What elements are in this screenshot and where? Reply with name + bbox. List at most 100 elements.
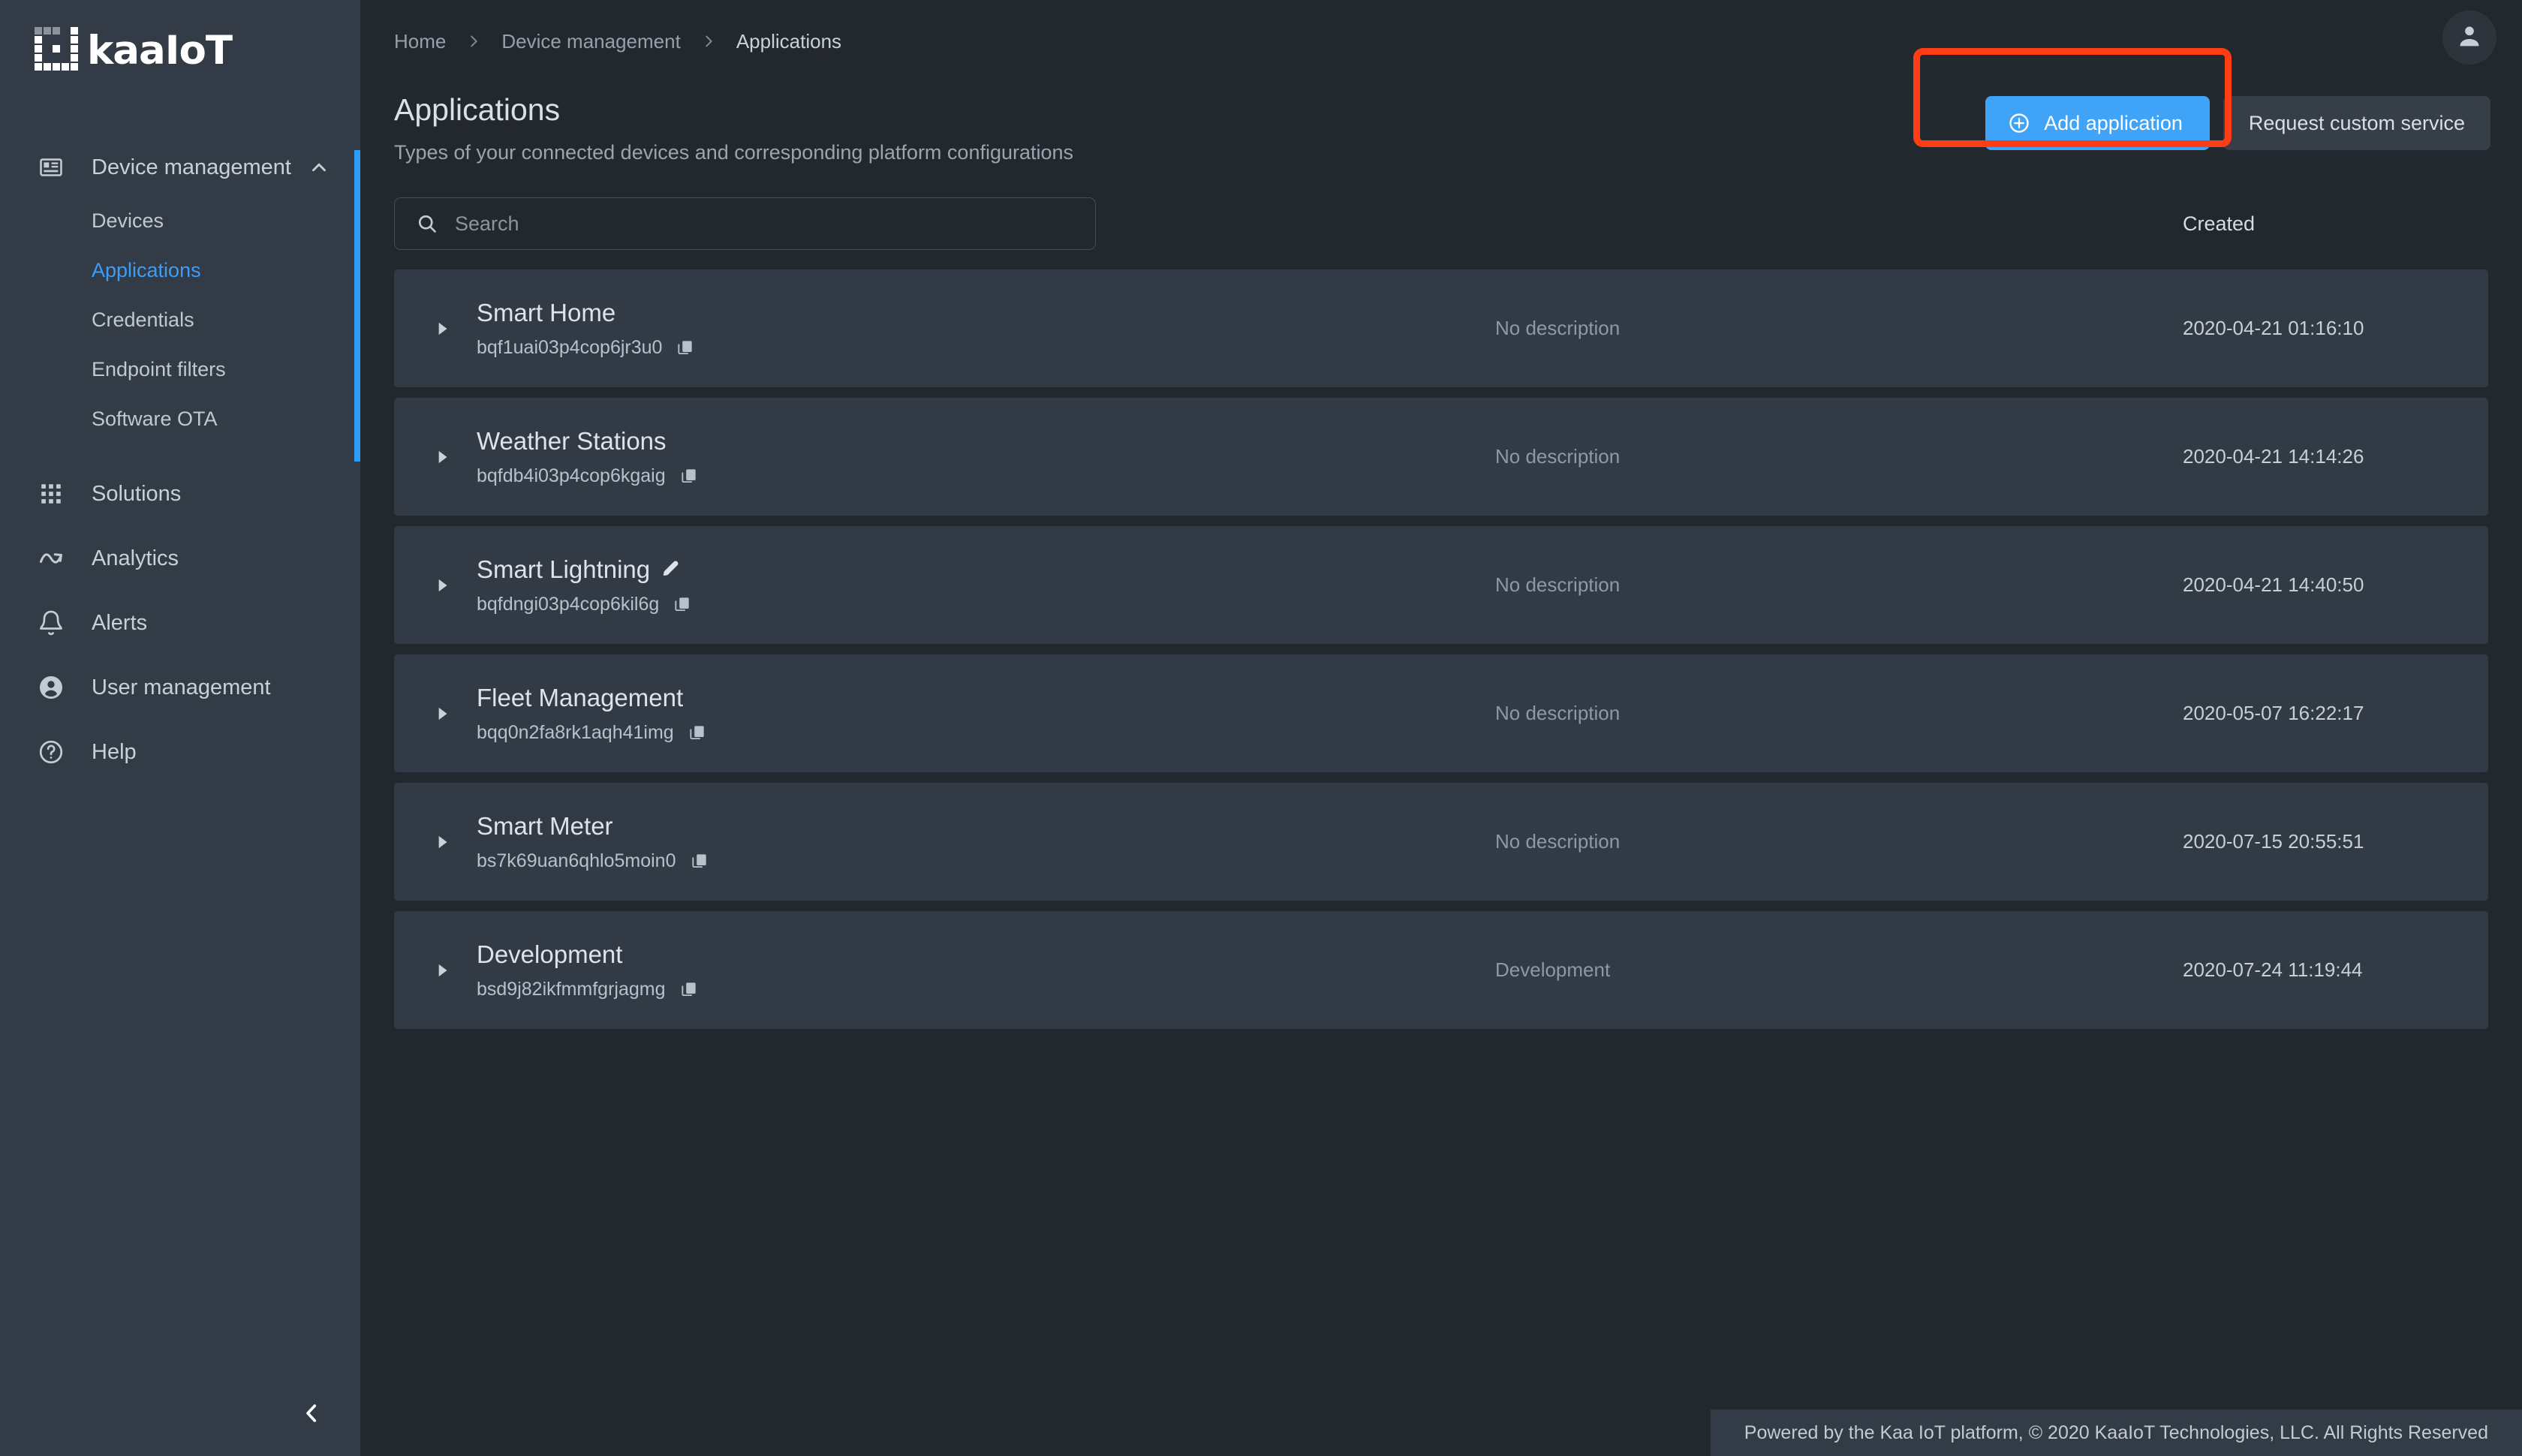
- copy-icon[interactable]: [676, 338, 695, 357]
- table-row[interactable]: Smart Home bqf1uai03p4cop6jr3u0 No descr…: [394, 269, 2488, 388]
- application-description: No description: [1495, 830, 1621, 853]
- sidebar-nav: Device management Devices Applications C…: [0, 139, 360, 784]
- application-id-text: bs7k69uan6qhlo5moin0: [477, 850, 676, 871]
- plus-circle-icon: [2008, 112, 2030, 134]
- brand-logo[interactable]: kaaIoT: [0, 0, 360, 139]
- row-main: Weather Stations bqfdb4i03p4cop6kgaig: [477, 427, 1092, 487]
- sidebar-item-credentials[interactable]: Credentials: [0, 295, 360, 344]
- application-id: bs7k69uan6qhlo5moin0: [477, 850, 1092, 872]
- user-avatar-button[interactable]: [2442, 11, 2496, 65]
- expand-row-icon[interactable]: [423, 832, 462, 852]
- application-name-text: Smart Meter: [477, 811, 613, 840]
- footer: Powered by the Kaa IoT platform, © 2020 …: [1710, 1409, 2522, 1456]
- table-header: Created Updated: [394, 191, 2488, 256]
- sidebar-collapse-button[interactable]: [0, 1373, 360, 1456]
- chevron-left-icon: [299, 1400, 324, 1430]
- breadcrumb: Home Device management Applications: [394, 30, 841, 53]
- sidebar-item-device-management[interactable]: Device management: [0, 139, 360, 196]
- add-application-label: Add application: [2044, 111, 2183, 134]
- sidebar-subitem-label: Software OTA: [92, 407, 218, 430]
- application-created: 2020-04-21 01:16:10: [2183, 317, 2364, 340]
- nav-active-accent-bar: [354, 150, 360, 462]
- sidebar-item-applications[interactable]: Applications: [0, 245, 360, 295]
- application-description: No description: [1495, 702, 1621, 725]
- application-id: bqfdngi03p4cop6kil6g: [477, 594, 1092, 615]
- application-name-text: Smart Lightning: [477, 555, 651, 583]
- add-application-button[interactable]: Add application: [1985, 96, 2210, 150]
- search-box[interactable]: [394, 197, 1096, 251]
- application-id: bsd9j82ikfmmfgrjagmg: [477, 979, 1092, 1000]
- application-name: Weather Stations: [477, 427, 1092, 456]
- pixel-grid-logo-icon: [35, 27, 78, 71]
- application-window: kaaIoT Device management Devices Applica…: [0, 0, 2522, 1456]
- user-circle-icon: [35, 671, 68, 704]
- chevron-right-icon: [465, 33, 482, 50]
- table-row[interactable]: Fleet Management bqq0n2fa8rk1aqh41img No…: [394, 654, 2488, 773]
- copy-icon[interactable]: [688, 723, 707, 742]
- sidebar-item-solutions[interactable]: Solutions: [0, 462, 360, 526]
- copy-icon[interactable]: [679, 466, 699, 486]
- application-id: bqfdb4i03p4cop6kgaig: [477, 465, 1092, 487]
- pencil-edit-icon[interactable]: [661, 559, 681, 579]
- breadcrumb-item-applications: Applications: [736, 29, 842, 53]
- user-avatar-icon: [2454, 21, 2484, 55]
- chevron-up-icon[interactable]: [308, 156, 330, 179]
- application-id: bqf1uai03p4cop6jr3u0: [477, 337, 1092, 359]
- copy-icon[interactable]: [673, 594, 692, 614]
- search-input[interactable]: [455, 212, 1095, 236]
- applications-table: Created Updated Smart Home bqf1uai: [360, 191, 2522, 1030]
- application-id-text: bqfdb4i03p4cop6kgaig: [477, 465, 666, 486]
- sidebar-item-help[interactable]: Help: [0, 720, 360, 784]
- application-name: Fleet Management: [477, 684, 1092, 712]
- copy-icon[interactable]: [679, 979, 699, 999]
- table-body: Smart Home bqf1uai03p4cop6jr3u0 No descr…: [394, 269, 2488, 1030]
- sidebar-subitem-label: Applications: [92, 258, 201, 281]
- sidebar-item-software-ota[interactable]: Software OTA: [0, 394, 360, 444]
- application-id-text: bqfdngi03p4cop6kil6g: [477, 593, 660, 615]
- chevron-right-icon: [700, 33, 717, 50]
- column-header-created[interactable]: Created: [2183, 212, 2255, 236]
- bell-icon: [35, 606, 68, 639]
- expand-row-icon[interactable]: [423, 576, 462, 595]
- sidebar-item-endpoint-filters[interactable]: Endpoint filters: [0, 344, 360, 394]
- sidebar-item-label: Device management: [92, 155, 291, 179]
- sidebar-item-alerts[interactable]: Alerts: [0, 591, 360, 655]
- table-row[interactable]: Smart Lightning bqfdngi03p4cop6kil6g No …: [394, 526, 2488, 645]
- expand-row-icon[interactable]: [423, 704, 462, 723]
- device-chip-icon: [35, 151, 68, 184]
- application-created: 2020-07-24 11:19:44: [2183, 958, 2363, 982]
- page-actions: Add application Request custom service: [1985, 96, 2490, 150]
- application-id-text: bqf1uai03p4cop6jr3u0: [477, 336, 663, 358]
- application-description: Development: [1495, 958, 1611, 982]
- request-custom-service-button[interactable]: Request custom service: [2223, 96, 2490, 150]
- breadcrumb-item-device-management[interactable]: Device management: [501, 30, 680, 53]
- sidebar-item-label: Solutions: [92, 481, 182, 506]
- sidebar-item-analytics[interactable]: Analytics: [0, 526, 360, 591]
- sidebar-subitem-label: Devices: [92, 209, 164, 232]
- application-description: No description: [1495, 317, 1621, 340]
- expand-row-icon[interactable]: [423, 961, 462, 980]
- application-name: Smart Lightning: [477, 555, 1092, 584]
- application-description: No description: [1495, 573, 1621, 597]
- expand-row-icon[interactable]: [423, 319, 462, 338]
- application-name: Smart Home: [477, 299, 1092, 327]
- row-main: Smart Home bqf1uai03p4cop6jr3u0: [477, 299, 1092, 359]
- sidebar-item-label: Alerts: [92, 610, 148, 635]
- grid-apps-icon: [35, 477, 68, 510]
- row-main: Fleet Management bqq0n2fa8rk1aqh41img: [477, 684, 1092, 744]
- table-row[interactable]: Weather Stations bqfdb4i03p4cop6kgaig No…: [394, 398, 2488, 516]
- breadcrumb-item-home[interactable]: Home: [394, 30, 446, 53]
- topbar: Home Device management Applications: [360, 0, 2522, 83]
- application-name-text: Fleet Management: [477, 683, 684, 711]
- sidebar-item-user-management[interactable]: User management: [0, 655, 360, 720]
- search-icon: [416, 212, 438, 235]
- question-circle-icon: [35, 736, 68, 769]
- expand-row-icon[interactable]: [423, 447, 462, 467]
- application-created: 2020-04-21 14:40:50: [2183, 573, 2364, 597]
- table-row[interactable]: Smart Meter bs7k69uan6qhlo5moin0 No desc…: [394, 783, 2488, 901]
- table-row[interactable]: Development bsd9j82ikfmmfgrjagmg Develop…: [394, 911, 2488, 1030]
- analytics-chart-icon: [35, 542, 68, 575]
- sidebar-item-devices[interactable]: Devices: [0, 196, 360, 245]
- copy-icon[interactable]: [690, 851, 709, 871]
- application-name: Development: [477, 940, 1092, 969]
